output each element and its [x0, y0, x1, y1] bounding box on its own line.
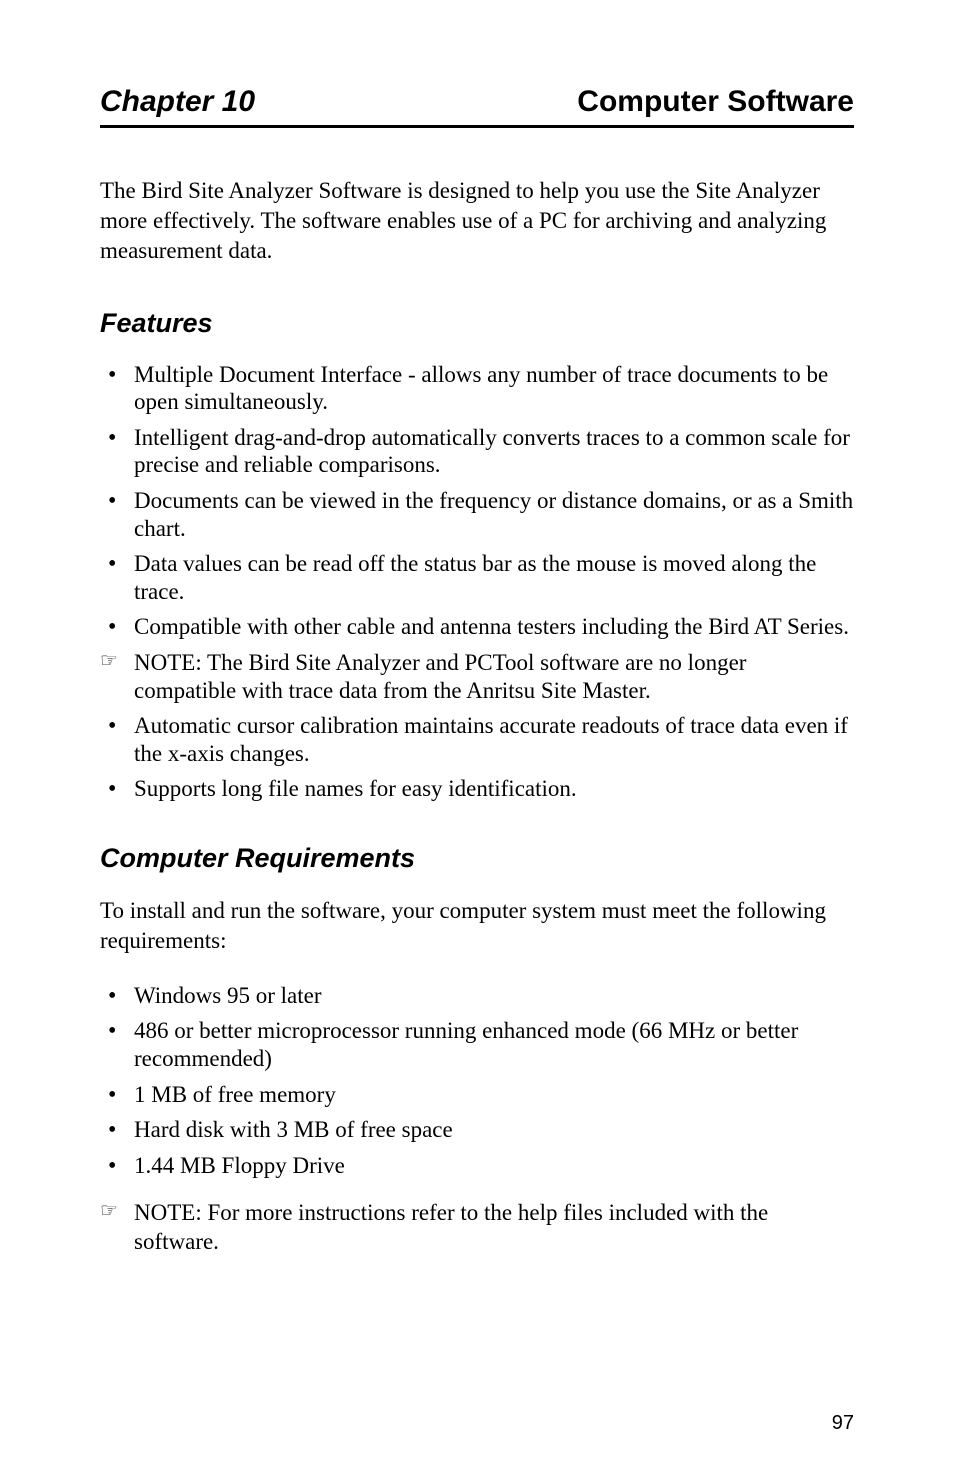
features-heading: Features	[100, 308, 854, 339]
list-item: Automatic cursor calibration maintains a…	[100, 712, 854, 767]
requirements-list: Windows 95 or later 486 or better microp…	[100, 982, 854, 1180]
list-item: Supports long file names for easy identi…	[100, 775, 854, 803]
list-item: Data values can be read off the status b…	[100, 550, 854, 605]
list-item: Compatible with other cable and antenna …	[100, 613, 854, 641]
requirements-heading: Computer Requirements	[100, 843, 854, 874]
chapter-label: Chapter 10	[100, 85, 255, 119]
list-item: Intelligent drag-and-drop automatically …	[100, 424, 854, 479]
list-item: Hard disk with 3 MB of free space	[100, 1116, 854, 1144]
list-item: 486 or better microprocessor running enh…	[100, 1017, 854, 1072]
list-item: Multiple Document Interface - allows any…	[100, 361, 854, 416]
features-list: Multiple Document Interface - allows any…	[100, 361, 854, 803]
note-item: NOTE: The Bird Site Analyzer and PCTool …	[100, 649, 854, 704]
intro-paragraph: The Bird Site Analyzer Software is desig…	[100, 176, 854, 266]
requirements-intro: To install and run the software, your co…	[100, 896, 854, 956]
chapter-title: Computer Software	[577, 85, 854, 119]
chapter-header: Chapter 10 Computer Software	[100, 85, 854, 128]
list-item: 1.44 MB Floppy Drive	[100, 1152, 854, 1180]
page-number: 97	[832, 1412, 854, 1435]
list-item: Windows 95 or later	[100, 982, 854, 1010]
list-item: Documents can be viewed in the frequency…	[100, 487, 854, 542]
footer-note: NOTE: For more instructions refer to the…	[100, 1199, 854, 1257]
list-item: 1 MB of free memory	[100, 1081, 854, 1109]
